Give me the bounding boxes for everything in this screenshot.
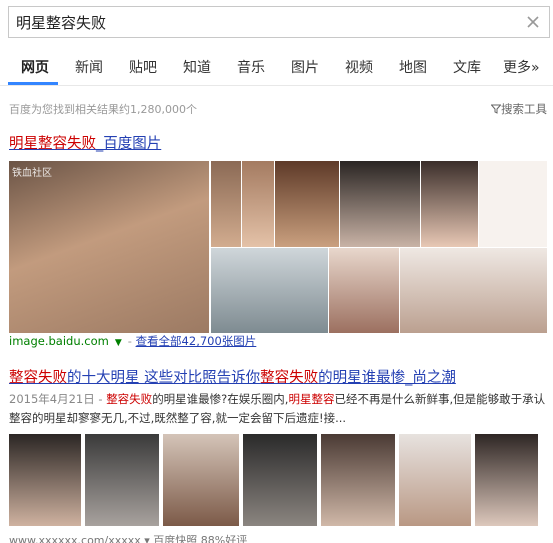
image-thumbnail[interactable] — [399, 434, 471, 526]
caret-down-icon[interactable]: ▼ — [115, 338, 122, 348]
image-thumbnail[interactable] — [275, 161, 339, 247]
result-title-image-search[interactable]: 明星整容失败_百度图片 — [9, 132, 161, 153]
search-tools-label: 搜索工具 — [501, 102, 547, 116]
image-thumbnail[interactable] — [421, 161, 478, 247]
image-thumbnail[interactable] — [475, 434, 538, 526]
result-footer: www.xxxxxx.com/xxxxx ▾ 百度快照 88%好评 — [9, 534, 248, 543]
image-thumbnail[interactable] — [329, 248, 399, 333]
active-tab-indicator — [8, 82, 58, 85]
image-thumbnail[interactable] — [211, 161, 241, 247]
publish-date: 2015年4月21日 - — [9, 392, 107, 406]
snippet-highlight: 整容失败 — [106, 392, 153, 406]
image-thumbnail[interactable] — [243, 434, 317, 526]
image-watermark: 铁血社区 — [12, 168, 52, 179]
image-thumbnail[interactable] — [340, 161, 420, 247]
image-thumbnail[interactable] — [163, 434, 239, 526]
clear-icon[interactable] — [523, 12, 543, 32]
title-highlight: 整容失败 — [9, 370, 67, 386]
search-bar — [8, 6, 550, 38]
tab-music[interactable]: 音乐 — [237, 57, 265, 77]
image-thumbnail[interactable] — [242, 161, 274, 247]
image-thumbnail[interactable]: 铁血社区 — [9, 161, 209, 333]
view-all-images-link[interactable]: 查看全部42,700张图片 — [136, 334, 257, 348]
search-input[interactable] — [9, 7, 509, 37]
result-title-article[interactable]: 整容失败的十大明星 这些对比照告诉你整容失败的明星谁最惨_尚之潮 — [9, 366, 456, 387]
tab-map[interactable]: 地图 — [399, 57, 427, 77]
title-rest: _百度图片 — [96, 136, 162, 152]
result-count: 百度为您找到相关结果约1,280,000个 — [9, 103, 197, 116]
image-thumbnail[interactable] — [211, 248, 328, 333]
result-snippet: 2015年4月21日 - 整容失败的明星谁最惨?在娱乐圈内,明星整容已经不再是什… — [9, 390, 549, 428]
separator: - — [127, 334, 132, 348]
tab-zhidao[interactable]: 知道 — [183, 57, 211, 77]
source-url: image.baidu.com — [9, 334, 109, 348]
snippet-text: 的明星谁最惨?在娱乐圈内, — [152, 392, 289, 406]
tab-news[interactable]: 新闻 — [75, 57, 103, 77]
result-source: image.baidu.com ▼ - 查看全部42,700张图片 — [9, 333, 256, 349]
tab-tieba[interactable]: 贴吧 — [129, 57, 157, 77]
filter-icon — [490, 104, 502, 114]
image-thumbnail[interactable] — [321, 434, 395, 526]
title-text: 的明星谁最惨_尚之潮 — [318, 370, 456, 386]
image-thumbnail[interactable] — [85, 434, 159, 526]
title-highlight: 明星整容失败 — [9, 136, 96, 152]
image-thumbnail[interactable] — [479, 161, 547, 247]
image-collage: 铁血社区 — [9, 158, 548, 333]
tab-web[interactable]: 网页 — [21, 57, 49, 77]
tab-wenku[interactable]: 文库 — [453, 57, 481, 77]
search-tabs: 网页 新闻 贴吧 知道 音乐 图片 视频 地图 文库 更多» — [0, 46, 553, 86]
image-thumbnail[interactable] — [9, 434, 81, 526]
title-text: 的十大明星 这些对比照告诉你 — [67, 370, 261, 386]
tab-video[interactable]: 视频 — [345, 57, 373, 77]
snippet-highlight: 明星整容 — [288, 392, 335, 406]
tab-more[interactable]: 更多» — [503, 57, 540, 77]
image-thumbnail[interactable] — [400, 248, 547, 333]
search-tools-button[interactable]: 搜索工具 — [490, 101, 547, 117]
tab-images[interactable]: 图片 — [291, 57, 319, 77]
title-highlight: 整容失败 — [260, 370, 319, 386]
image-strip — [9, 434, 538, 526]
